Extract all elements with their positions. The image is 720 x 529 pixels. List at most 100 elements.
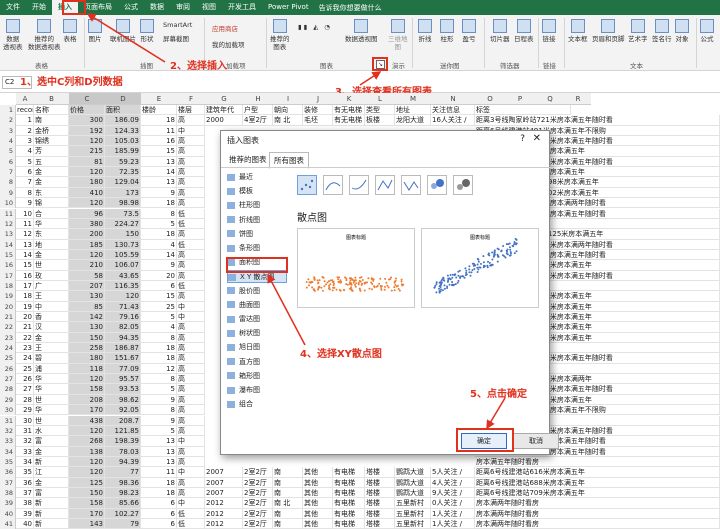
table-cell[interactable]: 20 [141,270,177,281]
header-cell[interactable]: 朝向 [273,105,303,116]
header-cell[interactable]: 楼龄 [141,105,177,116]
row-header[interactable]: 27 [0,374,16,385]
table-cell[interactable]: 高 [177,187,205,199]
table-cell[interactable]: 93.53 [105,384,141,395]
table-cell[interactable]: 12 [141,363,177,375]
row-header[interactable]: 14 [0,239,16,250]
table-cell[interactable]: 地 [34,239,69,250]
table-cell[interactable]: 11 [141,125,177,137]
table-cell[interactable]: 有电梯 [333,498,365,509]
tab-6[interactable]: 审阅 [170,0,196,15]
table-cell[interactable]: 2000 [205,115,243,126]
table-cell[interactable]: 96 [69,208,105,219]
table-cell[interactable]: 2007 [205,477,243,488]
header-cell[interactable]: 标签 [475,105,571,116]
tab-9[interactable]: Power Pivot [262,0,315,15]
table-cell[interactable]: 五里新村 [395,498,431,509]
table-cell[interactable]: 有电梯 [333,487,365,499]
table-cell[interactable]: 锦 [34,198,69,209]
table-cell[interactable]: 2 [16,125,34,137]
table-cell[interactable]: 东 [34,187,69,199]
table-cell[interactable]: 102.27 [105,508,141,519]
table-cell[interactable]: 板楼 [365,115,395,126]
table-cell[interactable]: 95.57 [105,374,141,385]
textbox-button[interactable]: 文本框 [568,19,588,43]
table-cell[interactable]: 380 [69,218,105,230]
chart-category-8[interactable]: 股价图 [227,285,260,298]
tab-5[interactable]: 数据 [144,0,170,15]
table-cell[interactable]: 高 [177,322,205,333]
table-cell[interactable]: 20 [16,312,34,323]
table-cell[interactable]: 塔楼 [365,477,395,488]
header-cell[interactable]: 地址 [395,105,431,116]
table-cell[interactable]: 210 [69,260,105,271]
table-cell[interactable]: 16 [141,136,177,147]
table-cell[interactable]: 碧 [34,353,69,364]
table-cell[interactable]: 中 [177,125,205,137]
table-cell[interactable]: 92.05 [105,405,141,416]
table-cell[interactable]: 30 [16,415,34,426]
table-cell[interactable]: 2012 [205,519,243,529]
table-cell[interactable]: 33 [16,446,34,457]
table-cell[interactable]: 合 [34,208,69,219]
table-cell[interactable]: 2室2厅 [243,467,273,478]
table-cell[interactable]: 高 [177,249,205,261]
header-cell[interactable]: 面积 [105,105,141,116]
table-cell[interactable]: 汉 [34,322,69,333]
row-header[interactable]: 38 [0,487,16,499]
table-cell[interactable]: 120 [69,198,105,209]
table-cell[interactable]: 2室2厅 [243,498,273,509]
table-cell[interactable]: 79.16 [105,312,141,323]
table-cell[interactable]: 26 [16,374,34,385]
table-cell[interactable]: 华 [34,405,69,416]
table-cell[interactable]: 鹦鹉大道 [395,477,431,488]
table-cell[interactable]: 10 [16,208,34,219]
table-cell[interactable]: 14 [16,249,34,261]
table-cell[interactable]: 13 [141,436,177,447]
table-cell[interactable]: 13 [141,456,177,468]
screenshot-button[interactable]: 屏幕截图 [163,33,189,43]
table-cell[interactable]: 173 [105,187,141,199]
header-cell[interactable]: 户型 [243,105,273,116]
table-cell[interactable]: 5 [141,312,177,323]
tab-7[interactable]: 视图 [196,0,222,15]
table-cell[interactable]: 81 [69,156,105,168]
table-cell[interactable]: 有无电梯 [333,115,365,126]
table-cell[interactable]: 其他 [303,498,333,509]
row-header[interactable]: 35 [0,456,16,468]
table-cell[interactable]: 120 [69,167,105,178]
table-cell[interactable]: 金 [34,167,69,178]
table-cell[interactable]: 8 [141,208,177,219]
table-cell[interactable]: 170 [69,508,105,519]
table-cell[interactable]: 高 [177,291,205,302]
table-cell[interactable]: 中 [177,467,205,478]
signature-button[interactable]: 签名行 [652,19,672,43]
row-header[interactable]: 21 [0,312,16,323]
table-cell[interactable]: 江 [34,467,69,478]
table-cell[interactable]: 华 [34,374,69,385]
chart-category-2[interactable]: 柱形图 [227,199,260,212]
row-header[interactable]: 12 [0,218,16,230]
row-header[interactable]: 20 [0,301,16,312]
table-cell[interactable]: 78.03 [105,446,141,457]
table-cell[interactable]: 9 [16,198,34,209]
table-cell[interactable]: 124.33 [105,125,141,137]
row-header[interactable]: 30 [0,405,16,416]
table-cell[interactable]: 南 北 [273,498,303,509]
table-cell[interactable]: 金 [34,177,69,188]
table-cell[interactable]: 150 [69,487,105,499]
table-cell[interactable]: 南 [273,508,303,519]
table-cell[interactable]: 4人关注 / [431,477,475,488]
table-cell[interactable]: 低 [177,208,205,219]
table-cell[interactable]: 192 [69,125,105,137]
table-cell[interactable]: 高 [177,384,205,395]
table-cell[interactable]: 南 [273,467,303,478]
table-cell[interactable]: 143 [69,519,105,529]
table-cell[interactable]: 25 [141,301,177,312]
table-cell[interactable]: 180 [69,177,105,188]
table-cell[interactable]: 15 [141,291,177,302]
table-cell[interactable]: 6 [141,508,177,519]
header-cell[interactable]: 类型 [365,105,395,116]
table-cell[interactable]: 五里新村 [395,508,431,519]
row-header[interactable]: 28 [0,384,16,395]
